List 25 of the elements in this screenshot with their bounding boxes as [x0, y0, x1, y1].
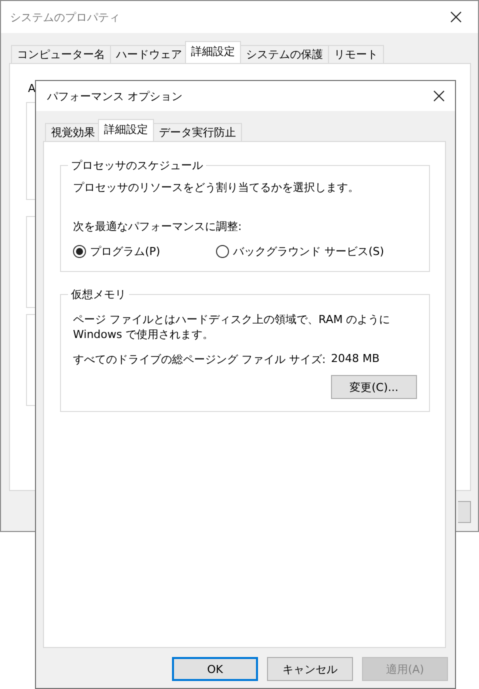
tab[interactable]: データ実行防止 — [153, 123, 242, 141]
description-text: ページ ファイルとはハードディスク上の領域で、RAM のように Windows で使用されます。 — [73, 312, 392, 342]
tab[interactable]: 詳細設定 — [185, 41, 241, 63]
close-icon[interactable] — [450, 11, 462, 23]
size-label: すべてのドライブの総ページング ファイル サイズ: — [73, 352, 327, 367]
tab[interactable]: リモート — [328, 45, 384, 63]
group-label: 仮想メモリ — [68, 287, 129, 302]
radio-label[interactable]: プログラム(P) — [90, 244, 160, 259]
dialog-title: パフォーマンス オプション — [47, 88, 182, 104]
size-value: 2048 MB — [331, 352, 380, 367]
tab[interactable]: 詳細設定 — [98, 119, 154, 141]
close-icon[interactable] — [433, 90, 445, 102]
label-fragment: A — [28, 82, 36, 95]
description-text: プロセッサのリソースをどう割り当てるかを選択します。 — [73, 180, 360, 195]
radio-button[interactable] — [216, 245, 229, 258]
group-label: プロセッサのスケジュール — [68, 158, 206, 173]
dialog-button[interactable]: キャンセル — [267, 657, 353, 681]
tab[interactable]: 視覚効果 — [45, 123, 101, 141]
radio-button[interactable] — [73, 245, 86, 258]
dialog-button[interactable]: OK — [172, 657, 258, 681]
window-title: システムのプロパティ — [10, 10, 120, 24]
adjust-label: 次を最適なパフォーマンスに調整: — [73, 219, 243, 234]
radio-label[interactable]: バックグラウンド サービス(S) — [233, 244, 384, 259]
tab[interactable]: コンピューター名 — [11, 45, 111, 63]
change-button[interactable]: 変更(C)... — [331, 375, 417, 399]
